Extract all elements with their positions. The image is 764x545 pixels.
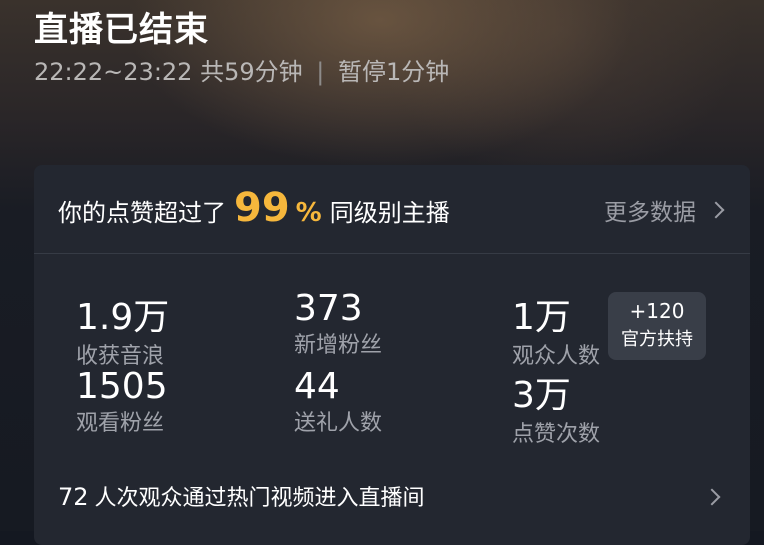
badge-label: 官方扶持	[621, 329, 693, 350]
chevron-right-icon	[707, 201, 725, 219]
stat-likes: 3万 点赞次数	[512, 366, 600, 448]
summary-percent-sign: %	[295, 198, 322, 228]
stat-value: 44	[294, 366, 340, 407]
summary-text: 你的点赞超过了 99 % 同级别主播	[58, 185, 450, 231]
official-support-badge: +120 官方扶持	[608, 292, 706, 360]
badge-value: +120	[629, 299, 685, 323]
stat-viewers: 1万 观众人数	[512, 288, 600, 370]
stat-value: 3万	[512, 375, 571, 416]
stat-new-fans: 373 新增粉丝	[294, 288, 382, 359]
more-data-link[interactable]: 更多数据	[604, 193, 725, 227]
entry-text: 人次观众通过热门视频进入直播间	[94, 486, 425, 511]
separator: |	[316, 58, 325, 86]
stat-revenue: 1.9万 收获音浪	[76, 288, 169, 370]
session-info: 22:22~23:22 共59分钟 | 暂停1分钟	[34, 52, 449, 87]
stat-value: 373	[294, 288, 363, 329]
stat-value: 1万	[512, 297, 571, 338]
entry-count: 72	[58, 483, 89, 511]
stat-gifters: 44 送礼人数	[294, 366, 382, 437]
more-data-label: 更多数据	[604, 200, 696, 226]
stat-label: 送礼人数	[294, 411, 383, 436]
stat-value: 1505	[76, 366, 168, 407]
stat-value: 1.9万	[76, 297, 170, 338]
hot-video-entry-row[interactable]: 72 人次观众通过热门视频进入直播间	[58, 480, 425, 512]
pause-duration: 暂停1分钟	[338, 58, 450, 86]
stat-fan-viewers: 1505 观看粉丝	[76, 366, 168, 437]
time-range: 22:22~23:22	[34, 58, 193, 86]
stat-label: 新增粉丝	[294, 333, 383, 358]
summary-percent: 99	[234, 185, 290, 231]
duration: 共59分钟	[200, 58, 303, 86]
page-title: 直播已结束	[34, 10, 209, 50]
summary-suffix: 同级别主播	[329, 199, 450, 227]
stat-label: 观看粉丝	[76, 411, 165, 436]
stat-label: 点赞次数	[512, 422, 601, 447]
summary-prefix: 你的点赞超过了	[58, 199, 226, 227]
summary-row[interactable]: 你的点赞超过了 99 % 同级别主播 更多数据	[34, 165, 750, 254]
